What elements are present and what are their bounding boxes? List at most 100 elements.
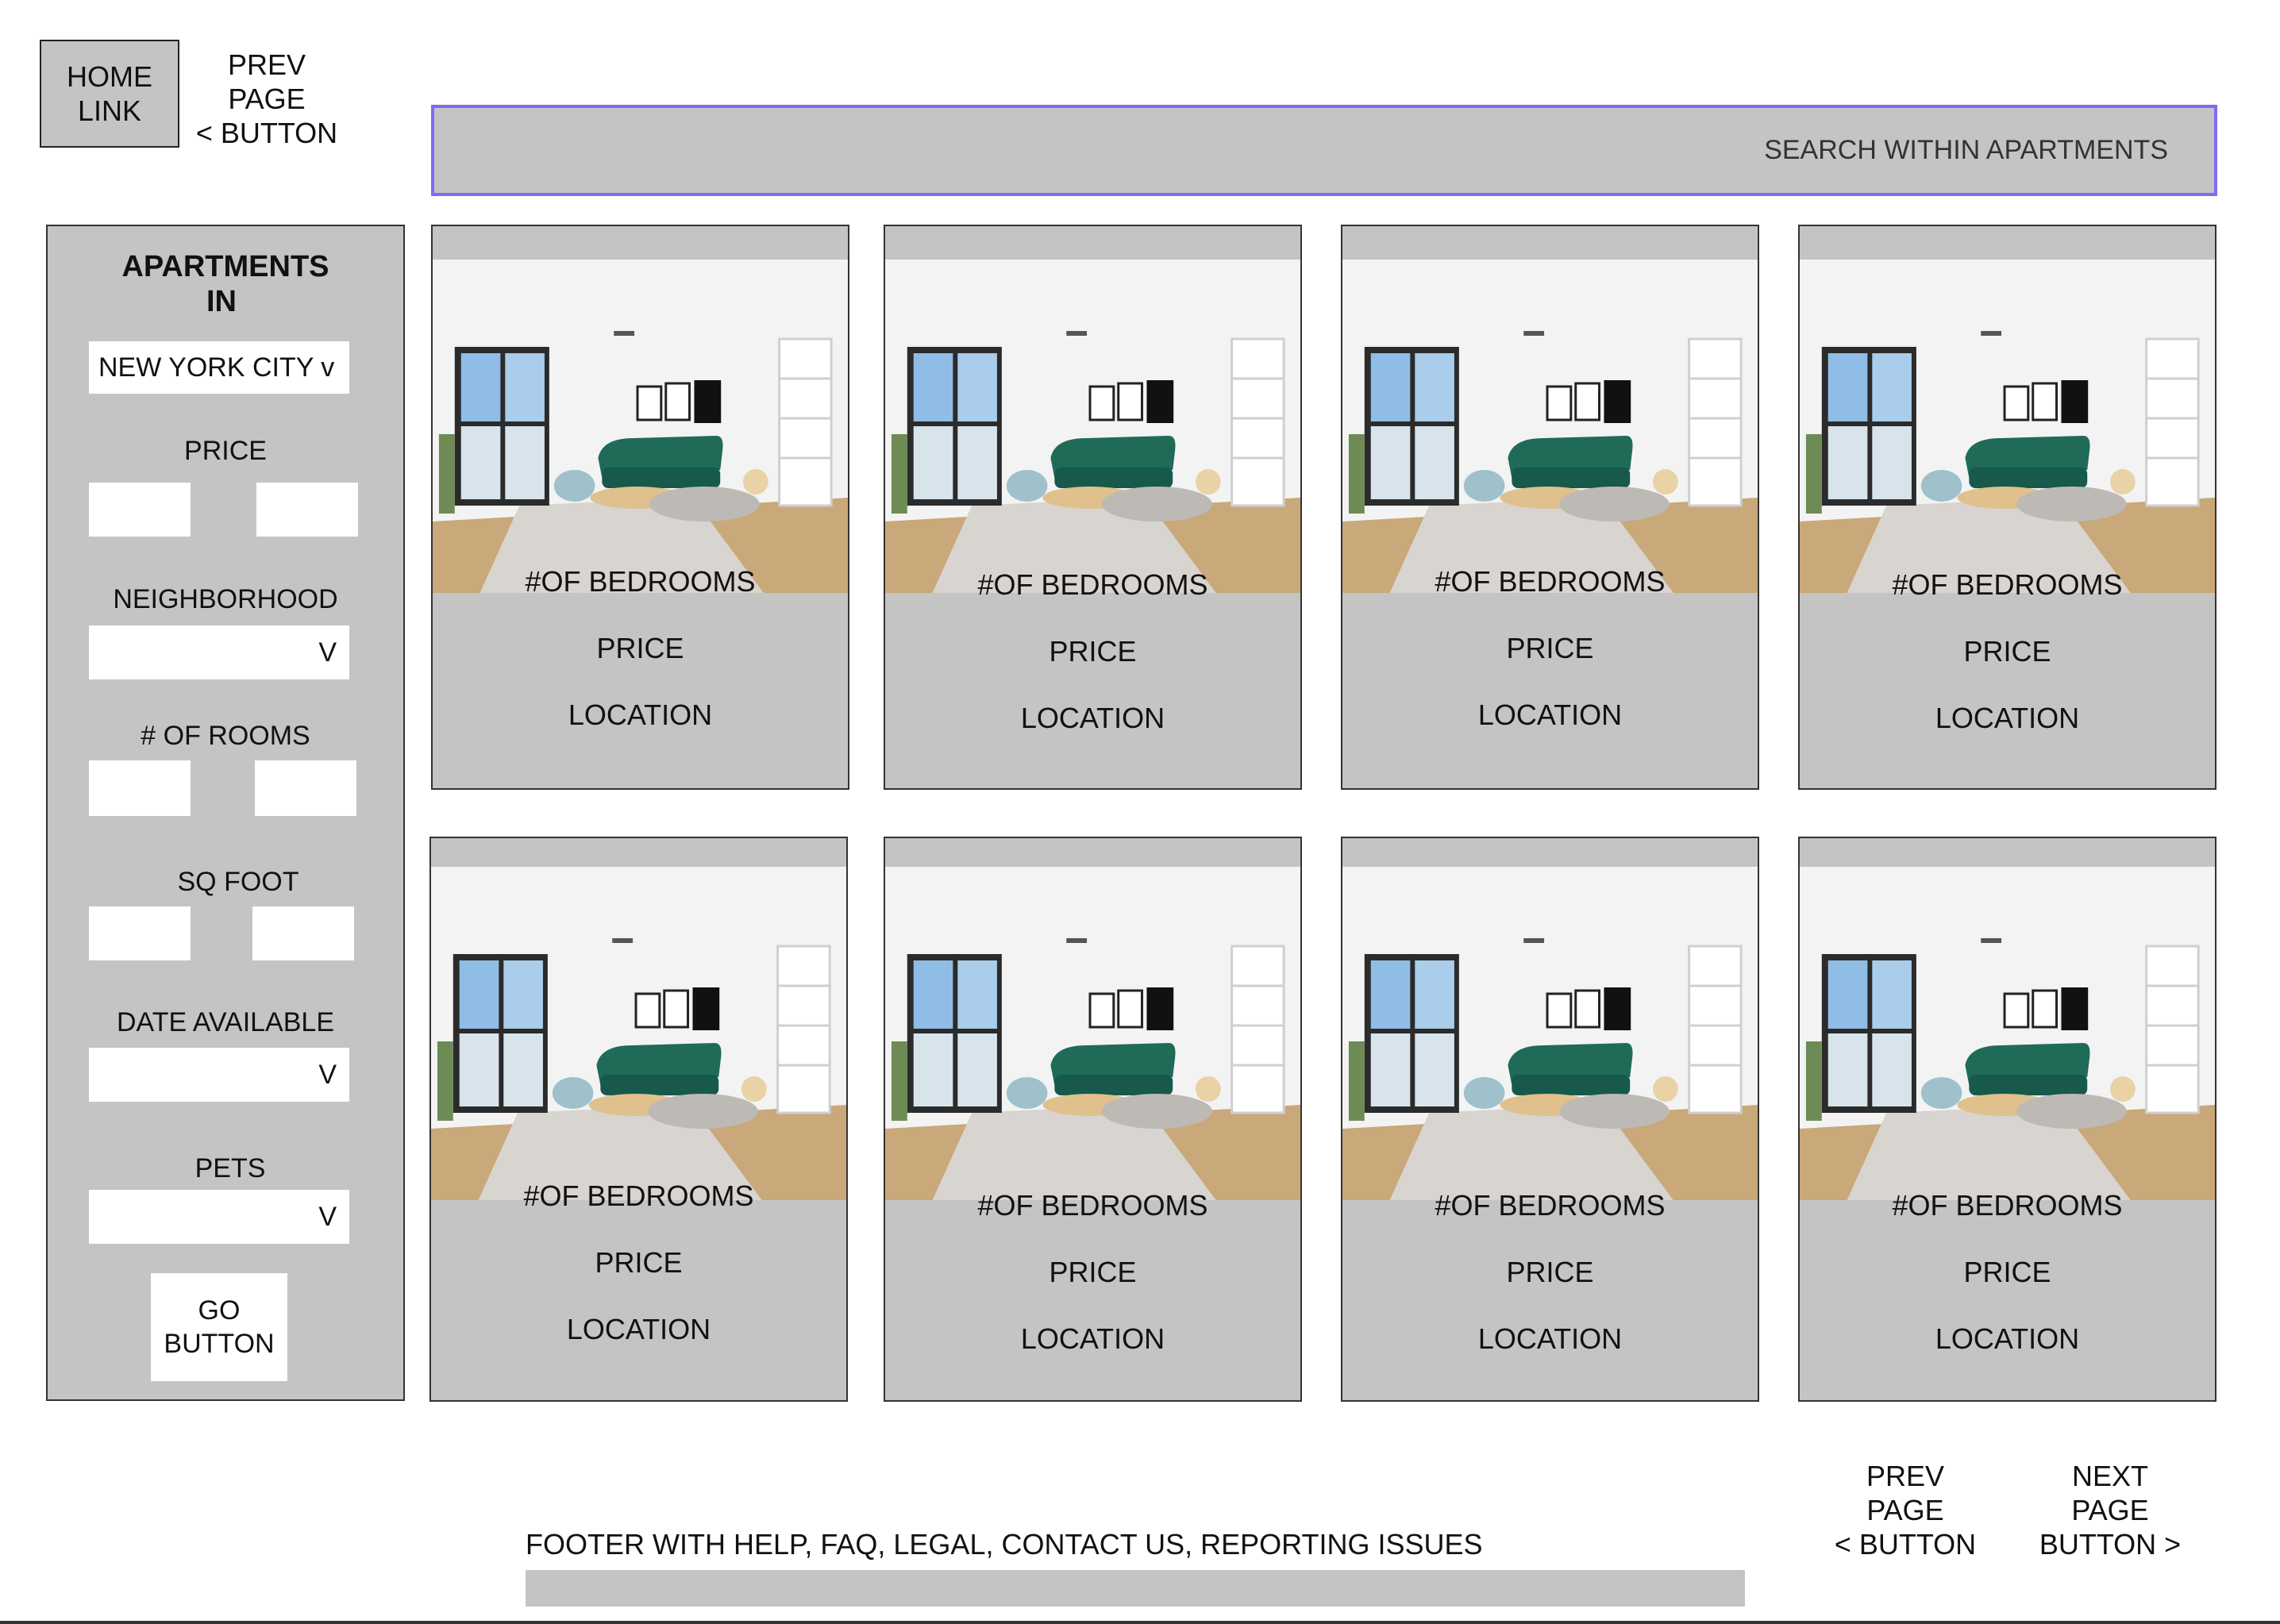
price-max-input[interactable] <box>256 483 358 537</box>
listing-card[interactable]: #OF BEDROOMS PRICE LOCATION <box>1341 225 1759 790</box>
sqfoot-max-input[interactable] <box>252 906 354 960</box>
listing-card[interactable]: #OF BEDROOMS PRICE LOCATION <box>884 837 1302 1402</box>
go-button-label-line2: BUTTON <box>164 1329 275 1359</box>
sidebar-heading-line1: APARTMENTS <box>121 250 329 283</box>
chevron-down-icon: V <box>318 1201 337 1232</box>
listing-bedrooms: #OF BEDROOMS <box>977 568 1208 601</box>
listing-price: PRICE <box>1506 1256 1594 1288</box>
listing-price: PRICE <box>1049 635 1137 668</box>
listing-photo[interactable] <box>433 260 848 593</box>
living-room-photo <box>1800 867 2215 1200</box>
search-input[interactable] <box>434 135 2168 166</box>
listing-price: PRICE <box>1506 632 1594 664</box>
listing-card[interactable]: #OF BEDROOMS PRICE LOCATION <box>1798 225 2216 790</box>
listing-bedrooms: #OF BEDROOMS <box>1435 1189 1666 1222</box>
listing-photo[interactable] <box>1800 867 2215 1200</box>
prev-page-button-bottom[interactable]: PREV PAGE < BUTTON <box>1826 1459 1985 1562</box>
next-page-label-line1: NEXT PAGE <box>2071 1460 2149 1527</box>
prev-page-label-line1: PREV PAGE <box>227 48 306 116</box>
chevron-down-icon: V <box>318 1059 337 1090</box>
city-select[interactable]: NEW YORK CITY v <box>89 341 349 394</box>
prev-page-label-line2: < BUTTON <box>1834 1528 1977 1561</box>
living-room-photo <box>885 260 1300 593</box>
listing-location: LOCATION <box>1477 1322 1623 1355</box>
go-button-label-line1: GO <box>198 1295 241 1326</box>
home-link-label-line1: HOME <box>67 60 152 93</box>
listing-bedrooms: #OF BEDROOMS <box>523 1180 754 1212</box>
listing-bedrooms: #OF BEDROOMS <box>1892 568 2123 601</box>
listing-info: #OF BEDROOMS PRICE LOCATION <box>1800 552 2215 752</box>
listing-location: LOCATION <box>568 698 713 731</box>
next-page-label-line2: BUTTON > <box>2039 1528 2182 1561</box>
filter-sidebar: APARTMENTS IN NEW YORK CITY v PRICE NEIG… <box>46 225 405 1401</box>
listing-location: LOCATION <box>1935 1322 2080 1355</box>
prev-page-label-line1: PREV PAGE <box>1866 1460 1945 1527</box>
living-room-photo <box>1800 260 2215 593</box>
listing-location: LOCATION <box>1020 702 1165 734</box>
listing-card[interactable]: #OF BEDROOMS PRICE LOCATION <box>429 837 848 1402</box>
listing-card[interactable]: #OF BEDROOMS PRICE LOCATION <box>1798 837 2216 1402</box>
neighborhood-select[interactable]: V <box>89 625 349 679</box>
neighborhood-label: NEIGHBORHOOD <box>113 584 338 614</box>
home-link[interactable]: HOME LINK <box>40 40 179 148</box>
next-page-button[interactable]: NEXT PAGE BUTTON > <box>2031 1459 2189 1562</box>
listing-bedrooms: #OF BEDROOMS <box>1435 565 1666 598</box>
living-room-photo <box>885 867 1300 1200</box>
listing-photo[interactable] <box>1342 260 1758 593</box>
prev-page-button-top[interactable]: PREV PAGE < BUTTON <box>187 48 346 151</box>
date-available-label: DATE AVAILABLE <box>116 1007 334 1037</box>
listing-price: PRICE <box>1049 1256 1137 1288</box>
rooms-min-input[interactable] <box>89 760 191 816</box>
footer-text: FOOTER WITH HELP, FAQ, LEGAL, CONTACT US… <box>526 1528 1483 1561</box>
listing-info: #OF BEDROOMS PRICE LOCATION <box>885 552 1300 752</box>
listing-info: #OF BEDROOMS PRICE LOCATION <box>433 548 848 749</box>
rooms-label: # OF ROOMS <box>141 721 310 751</box>
price-label: PRICE <box>184 436 267 466</box>
sqfoot-label: SQ FOOT <box>177 867 299 897</box>
price-min-input[interactable] <box>89 483 191 537</box>
listing-card[interactable]: #OF BEDROOMS PRICE LOCATION <box>431 225 849 790</box>
pets-select[interactable]: V <box>89 1190 349 1244</box>
living-room-photo <box>431 867 846 1200</box>
listing-bedrooms: #OF BEDROOMS <box>1892 1189 2123 1222</box>
listing-info: #OF BEDROOMS PRICE LOCATION <box>885 1172 1300 1372</box>
listing-info: #OF BEDROOMS PRICE LOCATION <box>431 1163 846 1363</box>
listing-photo[interactable] <box>431 867 846 1200</box>
listing-photo[interactable] <box>885 260 1300 593</box>
listing-photo[interactable] <box>885 867 1300 1200</box>
listing-price: PRICE <box>596 632 684 664</box>
go-button[interactable]: GO BUTTON <box>151 1273 287 1381</box>
living-room-photo <box>1342 867 1758 1200</box>
chevron-down-icon: V <box>318 637 337 668</box>
living-room-photo <box>1342 260 1758 593</box>
listing-location: LOCATION <box>1477 698 1623 731</box>
prev-page-label-line2: < BUTTON <box>195 117 338 150</box>
city-select-value: NEW YORK CITY v <box>98 352 335 383</box>
listing-info: #OF BEDROOMS PRICE LOCATION <box>1342 1172 1758 1372</box>
listing-location: LOCATION <box>1935 702 2080 734</box>
listing-card[interactable]: #OF BEDROOMS PRICE LOCATION <box>1341 837 1759 1402</box>
pets-label: PETS <box>194 1153 266 1183</box>
listing-price: PRICE <box>1963 1256 2051 1288</box>
listing-card[interactable]: #OF BEDROOMS PRICE LOCATION <box>884 225 1302 790</box>
listing-photo[interactable] <box>1800 260 2215 593</box>
home-link-label-line2: LINK <box>77 94 142 127</box>
listing-location: LOCATION <box>1020 1322 1165 1355</box>
footer-bar <box>526 1570 1745 1607</box>
listing-price: PRICE <box>1963 635 2051 668</box>
listing-photo[interactable] <box>1342 867 1758 1200</box>
listing-location: LOCATION <box>566 1313 711 1345</box>
sqfoot-min-input[interactable] <box>89 906 191 960</box>
page-bottom-border <box>0 1621 2280 1624</box>
rooms-max-input[interactable] <box>255 760 356 816</box>
date-available-select[interactable]: V <box>89 1048 349 1102</box>
living-room-photo <box>433 260 848 593</box>
listing-price: PRICE <box>595 1246 683 1279</box>
listing-bedrooms: #OF BEDROOMS <box>977 1189 1208 1222</box>
listing-info: #OF BEDROOMS PRICE LOCATION <box>1342 548 1758 749</box>
search-bar <box>431 105 2217 196</box>
listing-bedrooms: #OF BEDROOMS <box>525 565 756 598</box>
sidebar-heading-line2: IN <box>206 284 237 318</box>
sidebar-heading: APARTMENTS IN <box>48 250 403 319</box>
listing-info: #OF BEDROOMS PRICE LOCATION <box>1800 1172 2215 1372</box>
